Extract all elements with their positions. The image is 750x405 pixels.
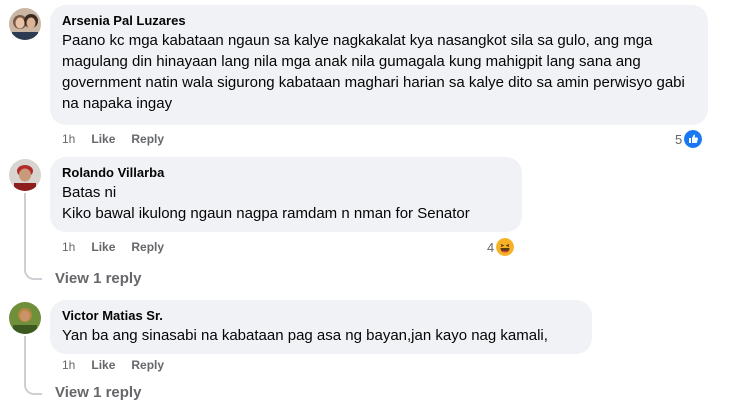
comment-text: Yan ba ang sinasabi na kabataan pag asa … — [62, 327, 548, 344]
comment-author[interactable]: Victor Matias Sr. — [62, 307, 580, 324]
comment-bubble: Arsenia Pal Luzares Paano kc mga kabataa… — [50, 5, 708, 125]
comment-actions: 1h Like Reply — [62, 240, 164, 254]
view-replies-link[interactable]: View 1 reply — [55, 270, 141, 287]
view-replies-link[interactable]: View 1 reply — [55, 384, 141, 401]
like-button[interactable]: Like — [91, 240, 115, 254]
reaction-summary[interactable]: 4 — [487, 238, 515, 256]
comment-text: Paano kc mga kabataan ngaun sa kalye nag… — [62, 32, 685, 112]
reply-button[interactable]: Reply — [131, 358, 164, 372]
comment-bubble: Rolando Villarba Batas ni Kiko bawal iku… — [50, 157, 522, 232]
like-button[interactable]: Like — [91, 358, 115, 372]
comment-actions: 1h Like Reply — [62, 358, 164, 372]
comment-time[interactable]: 1h — [62, 132, 75, 146]
comment-actions: 1h Like Reply — [62, 132, 164, 146]
thread-connector — [24, 193, 42, 280]
comment-time[interactable]: 1h — [62, 358, 75, 372]
comment-text: Batas ni Kiko bawal ikulong ngaun nagpa … — [62, 184, 470, 222]
comment-author[interactable]: Arsenia Pal Luzares — [62, 12, 696, 29]
reply-button[interactable]: Reply — [131, 132, 164, 146]
avatar[interactable] — [9, 159, 41, 191]
comment-time[interactable]: 1h — [62, 240, 75, 254]
avatar-photo — [9, 302, 41, 334]
avatar[interactable] — [9, 302, 41, 334]
like-icon — [684, 130, 703, 148]
reaction-count: 4 — [487, 239, 495, 255]
thread-connector — [24, 336, 42, 395]
comment-bubble: Victor Matias Sr. Yan ba ang sinasabi na… — [50, 300, 592, 354]
reaction-count: 5 — [675, 131, 683, 147]
reaction-summary[interactable]: 5 — [675, 130, 703, 148]
like-button[interactable]: Like — [91, 132, 115, 146]
reply-button[interactable]: Reply — [131, 240, 164, 254]
avatar-photo — [9, 159, 41, 191]
comment-author[interactable]: Rolando Villarba — [62, 164, 510, 181]
avatar[interactable] — [9, 8, 41, 40]
haha-icon — [496, 238, 515, 256]
avatar-photo — [9, 8, 41, 40]
